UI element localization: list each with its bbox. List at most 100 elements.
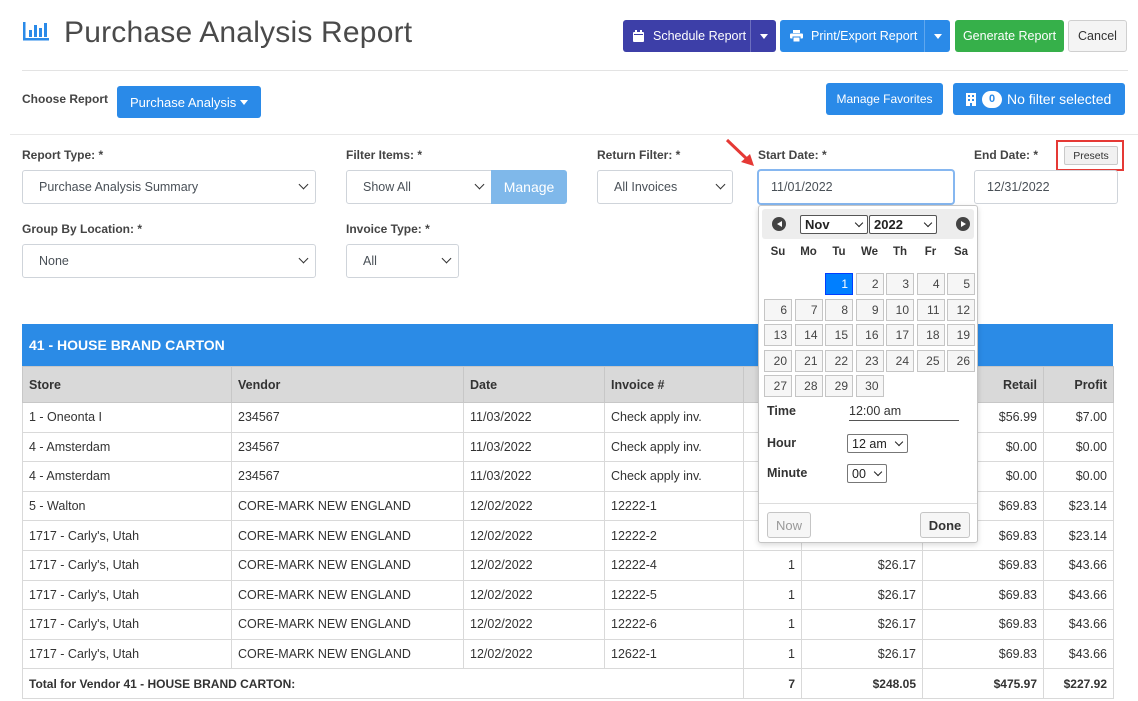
table-cell: 12222-6 (604, 609, 744, 640)
chevron-down-icon (923, 218, 933, 228)
total-row: Total for Vendor 41 - HOUSE BRAND CARTON… (22, 668, 1114, 699)
table-cell: 1 (743, 609, 802, 640)
calendar-day[interactable]: 24 (886, 349, 914, 372)
table-row: 1717 - Carly's, Utah CORE-MARK NEW ENGLAN… (22, 579, 1114, 611)
total-cost: $248.05 (801, 668, 923, 699)
calendar-day[interactable]: 28 (794, 375, 823, 397)
table-cell: 11/03/2022 (463, 461, 605, 492)
calendar-day[interactable]: 27 (764, 375, 792, 397)
table-cell: CORE-MARK NEW ENGLAND (231, 638, 464, 670)
toolbar-divider (10, 134, 1138, 135)
cancel-button[interactable]: Cancel (1068, 20, 1127, 52)
total-qty: 7 (743, 668, 802, 699)
calendar-day[interactable]: 22 (825, 349, 853, 372)
column-header[interactable]: Date (463, 366, 605, 403)
print-export-main[interactable]: Print/Export Report (780, 20, 924, 52)
chevron-down-icon (873, 467, 883, 477)
end-date-input[interactable]: 12/31/2022 (974, 170, 1118, 204)
calendar-day[interactable]: 10 (886, 298, 914, 321)
done-button[interactable]: Done (920, 512, 970, 538)
total-profit: $227.92 (1043, 668, 1114, 699)
red-arrow-annotation (724, 137, 758, 172)
group-by-select[interactable]: None (22, 244, 316, 278)
table-cell: 12/02/2022 (463, 609, 605, 640)
start-date-input[interactable]: 11/01/2022 (758, 170, 954, 204)
table-cell: 4 - Amsterdam (22, 431, 232, 463)
print-export-button[interactable]: Print/Export Report (780, 20, 950, 52)
calendar-day[interactable]: 14 (794, 324, 823, 346)
hour-label: Hour (767, 436, 797, 450)
chevron-down-icon (298, 179, 309, 190)
calendar-day[interactable]: 12 (947, 298, 975, 321)
table-cell: 12/02/2022 (463, 520, 605, 551)
return-filter-label: Return Filter: * (597, 148, 681, 162)
print-dropdown-toggle[interactable] (924, 20, 950, 52)
datepicker-header: Nov 2022 (762, 209, 974, 239)
table-cell: 5 - Walton (22, 490, 232, 522)
table-cell: 234567 (231, 431, 464, 463)
table-cell: 12/02/2022 (463, 638, 605, 670)
start-date-label: Start Date: * (758, 148, 827, 162)
table-cell: CORE-MARK NEW ENGLAND (231, 579, 464, 611)
calendar-day[interactable]: 13 (764, 324, 792, 346)
calendar-day[interactable]: 15 (825, 324, 853, 346)
invoice-type-select[interactable]: All (346, 244, 459, 278)
calendar-day[interactable]: 29 (825, 375, 853, 397)
table-cell: Check apply inv. (604, 402, 744, 433)
schedule-report-button[interactable]: Schedule Report (623, 20, 776, 52)
column-header[interactable]: Profit (1043, 366, 1114, 403)
calendar-day[interactable]: 5 (947, 273, 975, 295)
calendar-day[interactable]: 8 (825, 298, 853, 321)
now-button[interactable]: Now (767, 512, 811, 538)
table-cell: 12/02/2022 (463, 490, 605, 522)
calendar-day[interactable]: 11 (916, 298, 945, 321)
manage-button[interactable]: Manage (491, 170, 567, 204)
calendar-day[interactable]: 19 (947, 324, 975, 346)
calendar-day[interactable]: 23 (855, 349, 884, 372)
group-by-label: Group By Location: * (22, 222, 142, 236)
calendar-day[interactable]: 4 (916, 273, 945, 295)
table-cell: 1 (743, 579, 802, 611)
table-cell: 1 - Oneonta I (22, 402, 232, 433)
manage-favorites-button[interactable]: Manage Favorites (826, 83, 943, 115)
calendar-day[interactable]: 9 (855, 298, 884, 321)
next-month-icon[interactable] (956, 217, 970, 231)
calendar-day[interactable]: 25 (916, 349, 945, 372)
weekday-label: Tu (832, 246, 846, 258)
column-header[interactable]: Vendor (231, 366, 464, 403)
group-by-value: None (39, 254, 69, 268)
report-type-select[interactable]: Purchase Analysis Summary (22, 170, 316, 204)
calendar-day[interactable]: 17 (886, 324, 914, 346)
column-header[interactable]: Invoice # (604, 366, 744, 403)
hour-select[interactable]: 12 am (847, 434, 908, 453)
month-select[interactable]: Nov (800, 215, 868, 234)
calendar-day[interactable]: 21 (794, 349, 823, 372)
filter-items-select[interactable]: Show All (346, 170, 492, 204)
schedule-dropdown-toggle[interactable] (750, 20, 776, 52)
filter-status-button[interactable]: 0 No filter selected (953, 83, 1125, 115)
calendar-day[interactable]: 18 (916, 324, 945, 346)
calendar-day[interactable]: 1 (825, 273, 853, 295)
calendar-day[interactable]: 2 (855, 273, 884, 295)
table-cell: $0.00 (1043, 461, 1114, 492)
prev-month-icon[interactable] (772, 217, 786, 231)
schedule-report-main[interactable]: Schedule Report (623, 20, 750, 52)
calendar-day[interactable]: 7 (794, 298, 823, 321)
choose-report-dropdown[interactable]: Purchase Analysis (117, 86, 261, 118)
calendar-day[interactable]: 30 (855, 375, 884, 397)
calendar-day[interactable]: 6 (764, 298, 792, 321)
table-cell: 12222-4 (604, 549, 744, 581)
table-cell: 11/03/2022 (463, 431, 605, 463)
generate-report-button[interactable]: Generate Report (955, 20, 1064, 52)
minute-select[interactable]: 00 (847, 464, 887, 483)
year-select[interactable]: 2022 (869, 215, 937, 234)
column-header[interactable]: Store (22, 366, 232, 403)
table-cell: $26.17 (801, 579, 923, 611)
calendar-day[interactable]: 20 (764, 349, 792, 372)
calendar-day[interactable]: 26 (947, 349, 975, 372)
return-filter-select[interactable]: All Invoices (597, 170, 733, 204)
total-label: Total for Vendor 41 - HOUSE BRAND CARTON… (22, 668, 744, 699)
calendar-day[interactable]: 16 (855, 324, 884, 346)
calendar-day[interactable]: 3 (886, 273, 914, 295)
presets-button[interactable]: Presets (1064, 146, 1118, 165)
